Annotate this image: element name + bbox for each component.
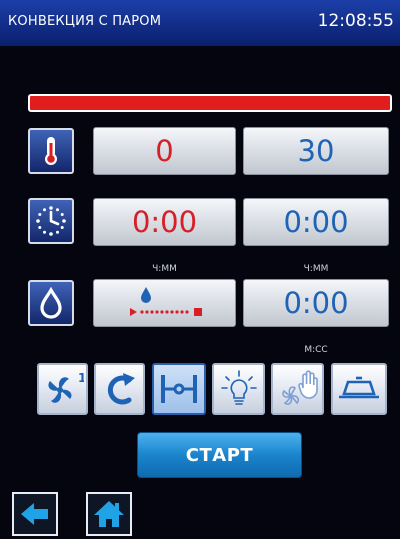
fan-icon: 1 [47,371,84,403]
actual-temperature: 0 [93,127,236,175]
steam-duration-unit: М:СС [304,345,328,355]
reverse-button[interactable] [94,363,145,415]
tray-button[interactable] [331,363,387,415]
water-drop-icon [40,287,62,319]
timer-button[interactable] [28,198,74,244]
fan-speed-badge: 1 [78,371,84,385]
damper-icon [161,375,197,403]
set-time-unit: Ч:ММ [303,264,329,274]
fan-speed-button[interactable]: 1 [37,363,88,415]
reverse-arrow-icon [107,373,135,405]
progress-bar [28,94,392,112]
steam-duration-button[interactable]: 0:00 [243,279,389,327]
back-button[interactable] [12,492,58,536]
elapsed-time: 0:00 [93,198,236,246]
temperature-button[interactable] [28,128,74,174]
thermometer-icon [45,137,57,165]
steam-button[interactable] [28,280,74,326]
steam-level-button[interactable] [93,279,236,327]
light-bulb-icon [220,370,257,405]
steam-level-indicator [129,287,202,316]
hand-fan-icon [281,370,318,405]
arrow-left-icon [21,503,48,525]
tray-icon [339,376,379,399]
start-button[interactable]: СТАРТ [137,432,302,478]
manual-fan-button[interactable] [271,363,324,415]
clock: 12:08:55 [317,11,394,31]
light-button[interactable] [212,363,265,415]
home-icon [94,501,124,527]
set-time-button[interactable]: 0:00 [243,198,389,246]
elapsed-time-unit: Ч:ММ [152,264,177,274]
clock-icon [36,206,66,236]
home-button[interactable] [86,492,132,536]
set-temperature-button[interactable]: 30 [243,127,389,175]
mode-title: КОНВЕКЦИЯ С ПАРОМ [8,14,162,29]
damper-button[interactable] [152,363,206,415]
